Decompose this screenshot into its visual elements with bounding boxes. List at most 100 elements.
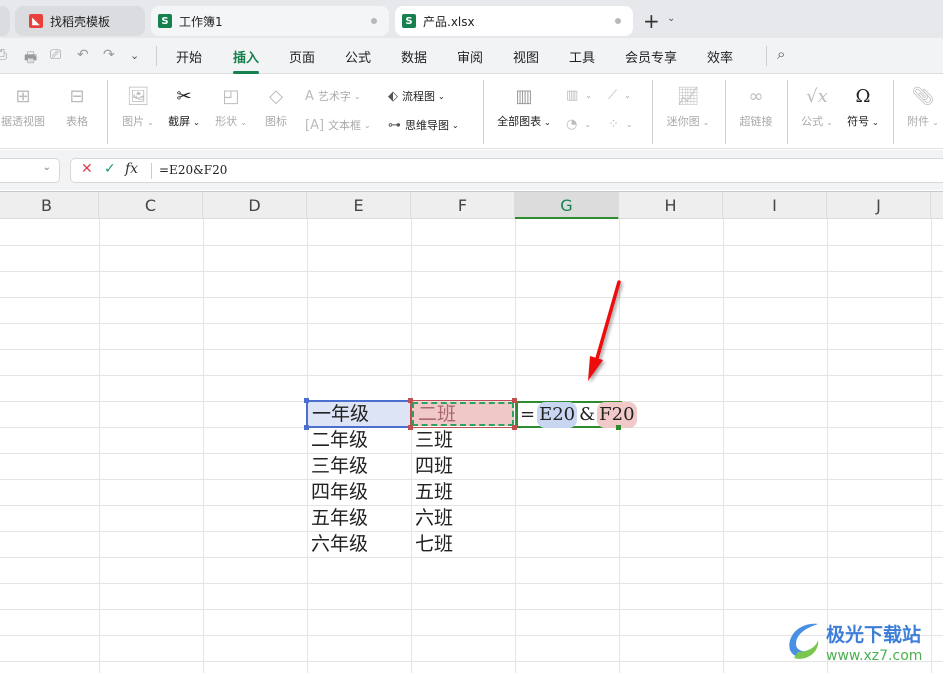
divider — [725, 80, 726, 144]
chevron-down-icon[interactable]: ⌄ — [667, 13, 675, 24]
picture-button[interactable]: 🖼︎ 图片 ⌄ — [116, 85, 160, 129]
symbol-button[interactable]: Ω 符号 ⌄ — [843, 85, 883, 129]
divider — [787, 80, 788, 144]
spreadsheet-icon: S — [158, 14, 172, 28]
formula-text[interactable]: =E20&F20 — [159, 163, 227, 177]
gridline — [0, 297, 943, 298]
cell-f20[interactable]: 二班 — [412, 402, 514, 426]
pivot-chart-button[interactable]: ⊞ 据透视图 — [0, 85, 48, 129]
column-header-e[interactable]: E — [307, 192, 411, 220]
unsaved-dot-icon — [371, 18, 377, 24]
cell-e24[interactable]: 五年级 — [307, 505, 411, 531]
cell-f21[interactable]: 三班 — [411, 427, 515, 453]
column-header-i[interactable]: I — [723, 192, 827, 220]
menu-efficiency[interactable]: 效率 — [707, 47, 733, 66]
tab-workbook1[interactable]: S 工作簿1 — [151, 6, 389, 36]
flowchart-button[interactable]: ⬖ 流程图 ⌄ — [388, 88, 445, 104]
concat-operator: & — [579, 403, 596, 425]
gridline — [0, 583, 943, 584]
tab-docer-templates[interactable]: ◣ 找稻壳模板 — [15, 6, 145, 36]
tab-product-xlsx[interactable]: S 产品.xlsx — [395, 6, 633, 36]
function-icon[interactable]: fx — [125, 161, 138, 177]
cell-g20-editing[interactable]: = E20 & F20 — [516, 401, 637, 428]
cell-f23[interactable]: 五班 — [411, 479, 515, 505]
column-header-j[interactable]: J — [827, 192, 931, 220]
redo-icon[interactable]: ↷ — [103, 47, 115, 63]
chevron-down-icon[interactable]: ⌄ — [130, 49, 139, 62]
cell-e23[interactable]: 四年级 — [307, 479, 411, 505]
selection-handle[interactable] — [408, 398, 413, 403]
textbox-icon: [A] — [305, 117, 325, 133]
icons-button[interactable]: ◇ 图标 — [259, 85, 293, 129]
selection-handle[interactable] — [512, 398, 517, 403]
undo-icon[interactable]: ↶ — [77, 47, 89, 63]
mindmap-icon: ⊶ — [388, 117, 401, 133]
column-header-f[interactable]: F — [411, 192, 515, 220]
cell-f25[interactable]: 七班 — [411, 531, 515, 557]
menu-view[interactable]: 视图 — [513, 47, 539, 66]
chevron-down-icon[interactable]: ⌄ — [43, 162, 51, 173]
menu-start[interactable]: 开始 — [176, 47, 202, 66]
print-icon[interactable]: 🖶 — [24, 47, 37, 71]
selection-handle[interactable] — [304, 398, 309, 403]
column-header-c[interactable]: C — [99, 192, 203, 220]
tab-label: 找稻壳模板 — [50, 14, 111, 29]
column-header-d[interactable]: D — [203, 192, 307, 220]
omega-icon: Ω — [855, 86, 871, 107]
cancel-icon[interactable]: ✕ — [81, 161, 93, 177]
attachment-button[interactable]: 📎︎ 附件 ⌄ — [903, 85, 943, 129]
screenshot-button[interactable]: ✂ 截屏 ⌄ — [164, 85, 204, 129]
table-icon: ⊟ — [69, 86, 85, 107]
column-header-g[interactable]: G — [515, 192, 619, 220]
menu-tools[interactable]: 工具 — [569, 47, 595, 66]
formula-input[interactable]: ✕ ✓ fx =E20&F20 — [70, 158, 943, 183]
cell-e22[interactable]: 三年级 — [307, 453, 411, 479]
divider — [107, 80, 108, 144]
equation-button[interactable]: √x 公式 ⌄ — [797, 85, 837, 129]
menu-member[interactable]: 会员专享 — [625, 47, 677, 66]
watermark-logo-icon — [789, 623, 819, 659]
search-icon[interactable]: ⌕ — [777, 45, 785, 63]
hyperlink-button[interactable]: ∞ 超链接 — [734, 85, 778, 129]
shapes-button[interactable]: ◰ 形状 ⌄ — [209, 85, 253, 129]
menu-page[interactable]: 页面 — [289, 47, 315, 66]
name-box[interactable]: ⌄ — [0, 158, 60, 183]
table-button[interactable]: ⊟ 表格 — [58, 85, 96, 129]
column-header-h[interactable]: H — [619, 192, 723, 220]
cell-f24[interactable]: 六班 — [411, 505, 515, 531]
scatter-chart-button[interactable]: ⁘ ⌄ — [608, 117, 633, 132]
menu-bar: ⎙ 🖶 ⎚ ↶ ↷ ⌄ 开始 插入 页面 公式 数据 审阅 视图 工具 会员专享… — [0, 38, 943, 74]
tab-home[interactable] — [0, 6, 10, 36]
save-icon[interactable]: ⎙ — [0, 47, 7, 63]
cell-f22[interactable]: 四班 — [411, 453, 515, 479]
sparkline-icon: 📈︎ — [676, 86, 700, 107]
selection-handle[interactable] — [512, 425, 517, 430]
line-chart-button[interactable]: ⟋ ⌄ — [608, 88, 631, 103]
menu-insert[interactable]: 插入 — [233, 47, 259, 66]
shapes-icon: ◰ — [222, 86, 240, 107]
mindmap-button[interactable]: ⊶ 思维导图 ⌄ — [388, 117, 459, 133]
textbox-button[interactable]: [A] 文本框 ⌄ — [305, 117, 371, 133]
menu-data[interactable]: 数据 — [401, 47, 427, 66]
watermark-title: 极光下载站 — [826, 624, 922, 646]
cell-e21[interactable]: 二年级 — [307, 427, 411, 453]
column-header-b[interactable]: B — [0, 192, 99, 220]
spreadsheet-app: ◣ 找稻壳模板 S 工作簿1 S 产品.xlsx + ⌄ ⎙ 🖶 ⎚ ↶ ↷ ⌄… — [0, 0, 943, 673]
cell-e20[interactable]: 一年级 — [306, 400, 412, 428]
all-charts-button[interactable]: ▥ 全部图表 ⌄ — [492, 85, 556, 129]
divider — [893, 80, 894, 144]
sparkline-button[interactable]: 📈︎ 迷你图 ⌄ — [660, 85, 716, 129]
selection-handle[interactable] — [616, 425, 621, 430]
selection-handle[interactable] — [304, 425, 309, 430]
selection-handle[interactable] — [408, 425, 413, 430]
menu-review[interactable]: 审阅 — [457, 47, 483, 66]
wordart-button[interactable]: A 艺术字 ⌄ — [305, 88, 361, 104]
print-preview-icon[interactable]: ⎚ — [50, 47, 61, 63]
menu-formula[interactable]: 公式 — [345, 47, 371, 66]
pie-chart-button[interactable]: ◔ ⌄ — [566, 117, 591, 132]
new-tab-button[interactable]: + — [643, 9, 660, 33]
cell-e25[interactable]: 六年级 — [307, 531, 411, 557]
column-chart-button[interactable]: ▥ ⌄ — [566, 88, 592, 103]
cell-grid[interactable]: 一年级 二年级 三年级 四年级 五年级 六年级 二班 三班 四班 五班 六班 七班 = E20 & F20 — [0, 219, 943, 673]
confirm-icon[interactable]: ✓ — [104, 161, 116, 177]
